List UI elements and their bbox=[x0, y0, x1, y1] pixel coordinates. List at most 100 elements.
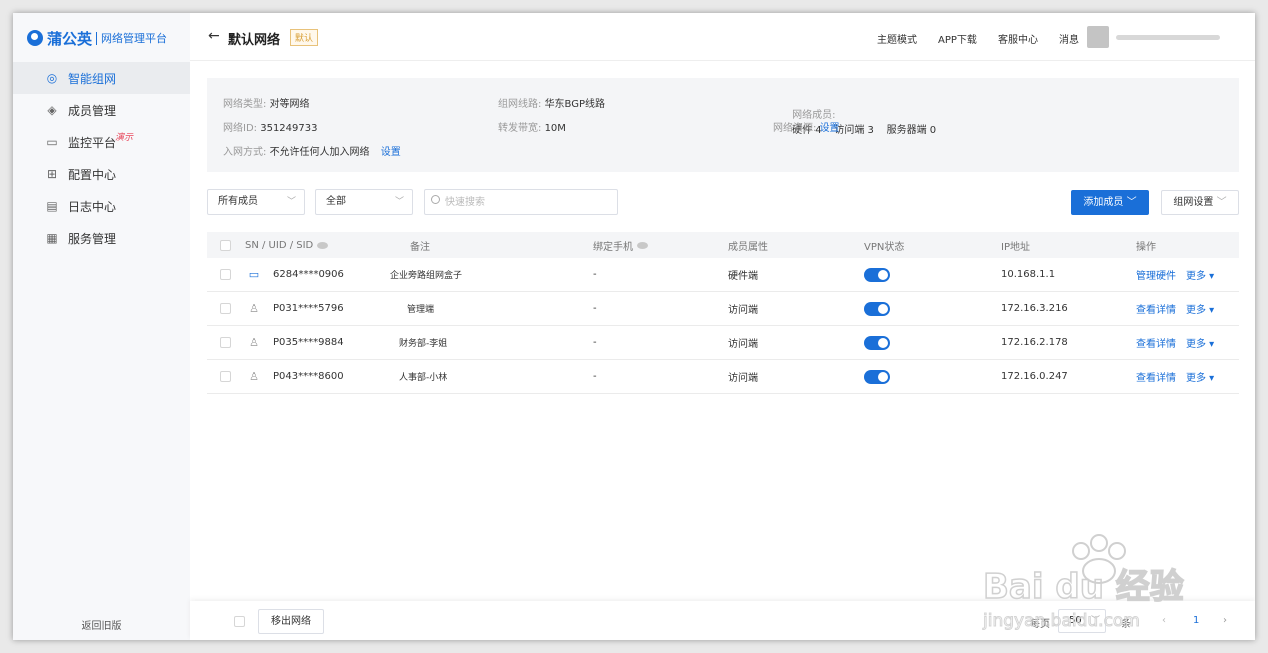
back-to-old-version-link[interactable]: 返回旧版 bbox=[13, 617, 190, 632]
eye-icon[interactable] bbox=[317, 241, 329, 249]
sidebar-item-members[interactable]: ◈ 成员管理 bbox=[13, 94, 190, 126]
vpn-toggle[interactable] bbox=[864, 267, 890, 282]
join-mode-settings-link[interactable]: 设置 bbox=[381, 147, 401, 158]
row-checkbox[interactable] bbox=[220, 303, 231, 314]
col-actions: 操作 bbox=[1136, 241, 1156, 253]
col-vpn: VPN状态 bbox=[864, 241, 905, 253]
logo-divider bbox=[96, 31, 98, 45]
theme-mode-link[interactable]: 主题模式 bbox=[877, 31, 917, 46]
eye-icon[interactable] bbox=[637, 241, 648, 249]
log-icon: ▤ bbox=[46, 199, 58, 213]
more-dropdown[interactable]: 更多 ▾ bbox=[1186, 369, 1214, 384]
member-type: 访问端 bbox=[728, 373, 758, 384]
search-input[interactable] bbox=[445, 193, 613, 211]
more-dropdown[interactable]: 更多 ▾ bbox=[1186, 301, 1214, 316]
row-checkbox[interactable] bbox=[220, 337, 231, 348]
chevron-down-icon: ﹀ bbox=[286, 197, 296, 207]
view-details-link[interactable]: 查看详情 bbox=[1136, 369, 1176, 384]
more-dropdown[interactable]: 更多 ▾ bbox=[1186, 267, 1214, 282]
sidebar-item-label: 服务管理 bbox=[68, 231, 117, 246]
support-center-link[interactable]: 客服中心 bbox=[998, 31, 1038, 46]
members-table: SN / UID / SID 备注 绑定手机 成员属性 VPN状态 IP地址 操… bbox=[207, 232, 1239, 394]
hardware-icon: ▭ bbox=[248, 267, 260, 281]
sidebar-item-label: 监控平台 bbox=[68, 135, 117, 150]
user-name-blurred[interactable] bbox=[1116, 35, 1220, 40]
sidebar-item-label: 成员管理 bbox=[68, 103, 117, 118]
footer-bar: 移出网络 每页 50 ﹀ 条 ‹ 1 › bbox=[190, 601, 1255, 640]
network-settings-button[interactable]: 组网设置 ﹀ bbox=[1161, 190, 1239, 215]
table-row: ♙ P031****5796 管理端 - 访问端 172.16.3.216 查看… bbox=[207, 292, 1239, 326]
sidebar-item-smart-network[interactable]: ◎ 智能组网 bbox=[13, 62, 190, 94]
sidebar-item-logs[interactable]: ▤ 日志中心 bbox=[13, 190, 190, 222]
brand-name: 蒲公英 bbox=[47, 29, 93, 48]
chevron-down-icon: ﹀ bbox=[394, 197, 404, 207]
member-phone: - bbox=[593, 303, 597, 314]
sidebar: 蒲公英 网络管理平台 ◎ 智能组网 ◈ 成员管理 ▭ 监控平台 演示 ⊞ 配置中… bbox=[13, 13, 190, 640]
per-page-prefix: 每页 bbox=[1030, 619, 1050, 630]
more-dropdown[interactable]: 更多 ▾ bbox=[1186, 335, 1214, 350]
status-select[interactable]: 全部 ﹀ bbox=[315, 189, 413, 215]
member-scope-select[interactable]: 所有成员 ﹀ bbox=[207, 189, 305, 215]
vpn-toggle[interactable] bbox=[864, 301, 890, 316]
manage-hardware-link[interactable]: 管理硬件 bbox=[1136, 267, 1176, 282]
member-ip: 10.168.1.1 bbox=[1001, 269, 1056, 280]
col-phone: 绑定手机 bbox=[593, 232, 648, 258]
member-note: 财务部-李姐 bbox=[399, 339, 448, 349]
add-member-button[interactable]: 添加成员 ﹀ bbox=[1071, 190, 1149, 215]
info-resources: 网络资源: 设置 bbox=[773, 123, 840, 134]
member-type: 访问端 bbox=[728, 305, 758, 316]
table-header: SN / UID / SID 备注 绑定手机 成员属性 VPN状态 IP地址 操… bbox=[207, 232, 1239, 258]
user-icon: ♙ bbox=[249, 335, 259, 349]
resources-settings-link[interactable]: 设置 bbox=[820, 123, 840, 134]
logo[interactable]: 蒲公英 网络管理平台 bbox=[27, 27, 167, 49]
member-phone: - bbox=[593, 371, 597, 382]
sidebar-item-label: 日志中心 bbox=[68, 199, 117, 214]
vpn-toggle[interactable] bbox=[864, 335, 890, 350]
user-icon: ♙ bbox=[249, 369, 259, 383]
sidebar-item-services[interactable]: ▦ 服务管理 bbox=[13, 222, 190, 254]
member-id: P043****8600 bbox=[273, 371, 344, 382]
page-number-current[interactable]: 1 bbox=[1193, 615, 1199, 626]
view-details-link[interactable]: 查看详情 bbox=[1136, 335, 1176, 350]
member-id: P035****9884 bbox=[273, 337, 344, 348]
member-note: 企业旁路组网盒子 bbox=[390, 271, 463, 281]
back-arrow-icon[interactable]: ← bbox=[208, 28, 220, 44]
sidebar-item-config[interactable]: ⊞ 配置中心 bbox=[13, 158, 190, 190]
table-row: ▭ 6284****0906 企业旁路组网盒子 - 硬件端 10.168.1.1… bbox=[207, 258, 1239, 292]
table-row: ♙ P043****8600 人事部-小林 - 访问端 172.16.0.247… bbox=[207, 360, 1239, 394]
prev-page-icon[interactable]: ‹ bbox=[1162, 615, 1166, 626]
app-download-link[interactable]: APP下载 bbox=[938, 31, 977, 46]
network-icon: ◎ bbox=[46, 71, 58, 85]
search-icon bbox=[431, 195, 440, 204]
info-network-type: 网络类型: 对等网络 bbox=[223, 99, 310, 110]
page-title: 默认网络 bbox=[228, 33, 281, 48]
footer-select-all-checkbox[interactable] bbox=[234, 616, 245, 627]
select-all-checkbox[interactable] bbox=[220, 239, 231, 251]
messages-link[interactable]: 消息 bbox=[1059, 31, 1079, 46]
view-details-link[interactable]: 查看详情 bbox=[1136, 301, 1176, 316]
avatar[interactable] bbox=[1087, 26, 1109, 48]
per-page-select[interactable]: 50 ﹀ bbox=[1058, 609, 1106, 633]
search-box[interactable] bbox=[424, 189, 618, 215]
row-checkbox[interactable] bbox=[220, 269, 231, 280]
sidebar-item-label: 配置中心 bbox=[68, 167, 117, 182]
grid-icon: ⊞ bbox=[46, 167, 58, 181]
chevron-down-icon: ﹀ bbox=[1090, 616, 1100, 626]
network-info-panel: 网络类型: 对等网络 网络ID: 351249733 入网方式: 不允许任何人加… bbox=[207, 78, 1239, 172]
member-type: 访问端 bbox=[728, 339, 758, 350]
info-route: 组网线路: 华东BGP线路 bbox=[498, 99, 606, 110]
table-row: ♙ P035****9884 财务部-李姐 - 访问端 172.16.2.178… bbox=[207, 326, 1239, 360]
sidebar-item-monitor[interactable]: ▭ 监控平台 演示 bbox=[13, 126, 190, 158]
info-network-id: 网络ID: 351249733 bbox=[223, 123, 318, 134]
remove-from-network-button[interactable]: 移出网络 bbox=[258, 609, 324, 634]
next-page-icon[interactable]: › bbox=[1223, 615, 1227, 626]
user-icon: ♙ bbox=[249, 301, 259, 315]
row-checkbox[interactable] bbox=[220, 371, 231, 382]
vpn-toggle[interactable] bbox=[864, 369, 890, 384]
member-ip: 172.16.2.178 bbox=[1001, 337, 1068, 348]
member-ip: 172.16.0.247 bbox=[1001, 371, 1068, 382]
sidebar-nav: ◎ 智能组网 ◈ 成员管理 ▭ 监控平台 演示 ⊞ 配置中心 ▤ 日志中心 ▦ bbox=[13, 62, 190, 254]
layers-icon: ◈ bbox=[47, 103, 57, 117]
demo-badge: 演示 bbox=[115, 133, 134, 143]
member-note: 人事部-小林 bbox=[399, 373, 448, 383]
